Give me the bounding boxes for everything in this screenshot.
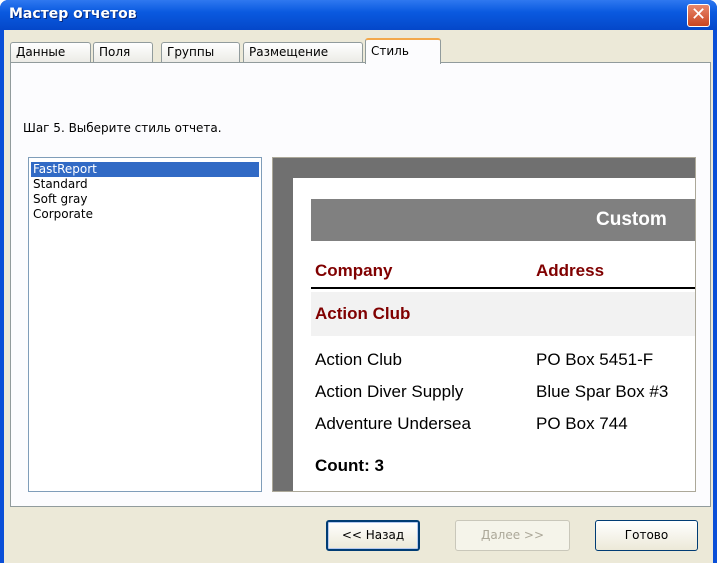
list-item-standard[interactable]: Standard — [31, 177, 259, 192]
finish-button[interactable]: Готово — [595, 520, 698, 551]
list-item-corporate[interactable]: Corporate — [31, 207, 259, 222]
cell-address: Blue Spar Box #3 — [536, 382, 669, 401]
list-item-fastreport[interactable]: FastReport — [31, 162, 259, 177]
table-row: Action Club PO Box 5451-F — [293, 350, 695, 374]
group-header-band: Action Club — [311, 292, 695, 336]
cell-address: PO Box 744 — [536, 414, 628, 433]
style-list[interactable]: FastReport Standard Soft gray Corporate — [28, 157, 262, 492]
tab-data[interactable]: Данные — [10, 42, 91, 62]
column-header-company: Company — [315, 261, 393, 280]
report-title-band: Custom — [311, 199, 695, 241]
tab-style[interactable]: Стиль — [365, 38, 441, 64]
report-title: Custom — [596, 209, 667, 230]
tab-fields[interactable]: Поля — [93, 42, 153, 62]
step-instruction: Шаг 5. Выберите стиль отчета. — [23, 121, 222, 135]
cell-company: Action Diver Supply — [315, 382, 464, 401]
header-divider — [311, 287, 695, 289]
tab-groups[interactable]: Группы — [161, 42, 240, 62]
tab-layout[interactable]: Размещение — [243, 42, 363, 62]
cell-company: Adventure Undersea — [315, 414, 471, 433]
style-preview: Custom Company Address Action Club Actio… — [272, 157, 696, 492]
group-footer-count: Count: 3 — [315, 456, 384, 475]
preview-page: Custom Company Address Action Club Actio… — [293, 178, 695, 491]
cell-company: Action Club — [315, 350, 402, 369]
close-icon[interactable]: ✕ — [687, 4, 710, 27]
report-wizard-window: Мастер отчетов ✕ Данные Поля Группы Разм… — [0, 0, 717, 563]
next-button[interactable]: Далее >> — [455, 520, 570, 551]
group-header: Action Club — [315, 304, 411, 323]
column-header-address: Address — [536, 261, 605, 280]
table-row: Action Diver Supply Blue Spar Box #3 — [293, 382, 695, 406]
back-button[interactable]: << Назад — [326, 520, 420, 551]
title-bar[interactable]: Мастер отчетов ✕ — [0, 0, 717, 30]
window-title: Мастер отчетов — [9, 6, 137, 22]
table-row: Adventure Undersea PO Box 744 — [293, 414, 695, 438]
list-item-soft-gray[interactable]: Soft gray — [31, 192, 259, 207]
cell-address: PO Box 5451-F — [536, 350, 654, 369]
